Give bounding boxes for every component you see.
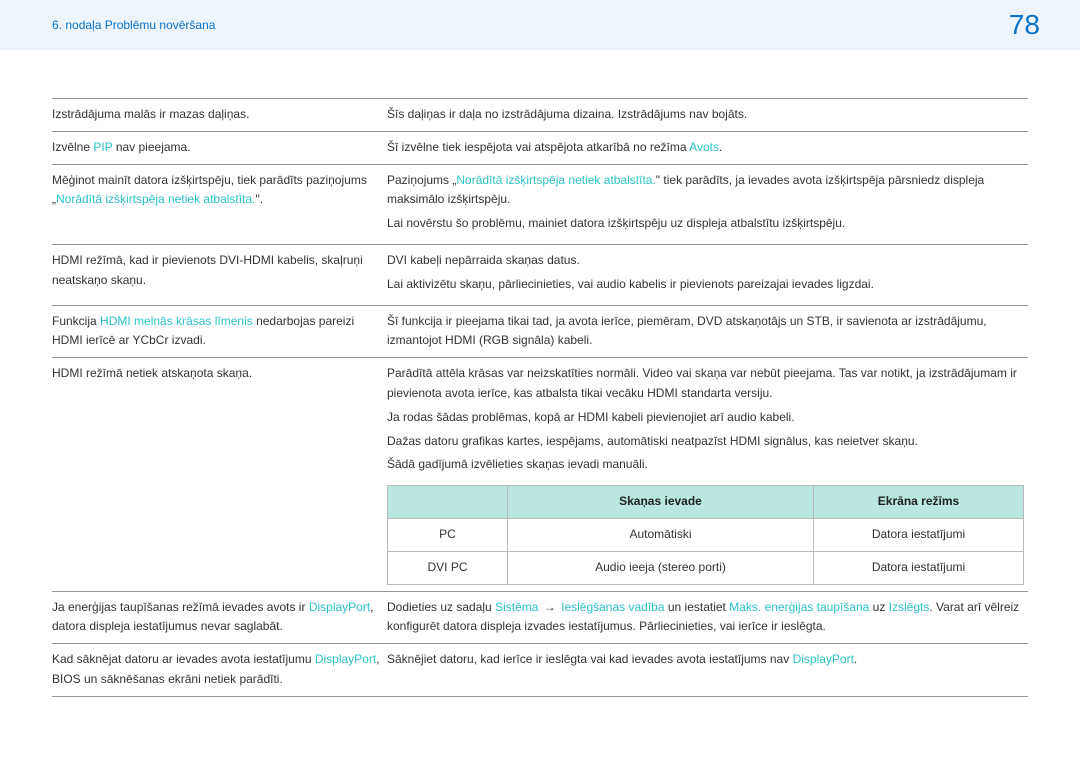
issue-cell: Izstrādājuma malās ir mazas daļiņas. — [52, 99, 387, 132]
solution-paragraph: Lai aktivizētu skaņu, pārliecinieties, v… — [387, 275, 1024, 295]
text-span: HDMI melnās krāsas līmenis — [100, 314, 253, 328]
text-span: HDMI režīmā, kad ir pievienots DVI-HDMI … — [52, 253, 363, 287]
solution-paragraph: Lai novērstu šo problēmu, mainiet datora… — [387, 214, 1024, 234]
text-span: Ja enerģijas taupīšanas režīmā ievades a… — [52, 600, 309, 614]
text-span: Avots — [689, 140, 719, 154]
inner-th-mode: Ekrāna režīms — [814, 486, 1024, 519]
table-row: Ja enerģijas taupīšanas režīmā ievades a… — [52, 591, 1028, 644]
solution-cell: Dodieties uz sadaļu Sistēma → Ieslēgšana… — [387, 591, 1028, 644]
text-span: Funkcija — [52, 314, 100, 328]
text-span: uz — [869, 600, 888, 614]
table-row: HDMI režīmā netiek atskaņota skaņa. Parād… — [52, 358, 1028, 591]
text-span: ". — [255, 192, 263, 206]
solution-paragraph: Dažas datoru grafikas kartes, iespējams,… — [387, 432, 1024, 452]
text-span: Izstrādājuma malās ir mazas daļiņas. — [52, 107, 249, 121]
solution-cell: Sāknējiet datoru, kad ierīce ir ieslēgta… — [387, 644, 1028, 697]
issue-cell: Funkcija HDMI melnās krāsas līmenis neda… — [52, 305, 387, 358]
text-span: Maks. enerģijas taupīšana — [729, 600, 869, 614]
solution-cell: Paziņojums „Norādītā izšķirtspēja netiek… — [387, 164, 1028, 244]
inner-th-sound: Skaņas ievade — [508, 486, 814, 519]
sound-mode-table: Skaņas ievadeEkrāna režīmsPCAutomātiskiD… — [387, 485, 1024, 584]
text-span: Norādītā izšķirtspēja netiek atbalstīta. — [456, 173, 655, 187]
issue-cell: HDMI režīmā, kad ir pievienots DVI-HDMI … — [52, 244, 387, 305]
page-content: Izstrādājuma malās ir mazas daļiņas. Šīs … — [0, 50, 1080, 697]
solution-paragraph: Šādā gadījumā izvēlieties skaņas ievadi … — [387, 455, 1024, 475]
table-row: HDMI režīmā, kad ir pievienots DVI-HDMI … — [52, 244, 1028, 305]
text-span: Sāknējiet datoru, kad ierīce ir ieslēgta… — [387, 652, 793, 666]
solution-paragraph: DVI kabeļi nepārraida skaņas datus. — [387, 251, 1024, 271]
text-span: . — [854, 652, 857, 666]
text-span: un iestatiet — [665, 600, 730, 614]
inner-th-blank — [388, 486, 508, 519]
issue-cell: HDMI režīmā netiek atskaņota skaņa. — [52, 358, 387, 591]
text-span: Šīs daļiņas ir daļa no izstrādājuma diza… — [387, 107, 747, 121]
solution-paragraph: Parādītā attēla krāsas var neizskatīties… — [387, 364, 1024, 404]
text-span: PIP — [93, 140, 112, 154]
text-span: DisplayPort — [793, 652, 854, 666]
solution-paragraph: Paziņojums „Norādītā izšķirtspēja netiek… — [387, 171, 1024, 211]
table-row: Kad sāknējat datoru ar ievades avota ies… — [52, 644, 1028, 697]
issue-cell: Kad sāknējat datoru ar ievades avota ies… — [52, 644, 387, 697]
issue-cell: Mēģinot mainīt datora izšķirtspēju, tiek… — [52, 164, 387, 244]
inner-row: DVI PCAudio ieeja (stereo porti)Datora i… — [388, 551, 1024, 584]
inner-mode: Datora iestatījumi — [814, 518, 1024, 551]
text-span: Izvēlne — [52, 140, 93, 154]
table-row: Izvēlne PIP nav pieejama.Šī izvēlne tiek… — [52, 131, 1028, 164]
text-span: Šī funkcija ir pieejama tikai tad, ja av… — [387, 314, 987, 348]
text-span: Šādā gadījumā izvēlieties skaņas ievadi … — [387, 457, 648, 471]
text-span: Lai aktivizētu skaņu, pārliecinieties, v… — [387, 277, 874, 291]
table-row: Funkcija HDMI melnās krāsas līmenis neda… — [52, 305, 1028, 358]
text-span: → — [538, 600, 561, 614]
solution-cell: DVI kabeļi nepārraida skaņas datus. Lai a… — [387, 244, 1028, 305]
text-span: DisplayPort — [309, 600, 370, 614]
text-span: DVI kabeļi nepārraida skaņas datus. — [387, 253, 580, 267]
text-span: Lai novērstu šo problēmu, mainiet datora… — [387, 216, 845, 230]
issue-cell: Izvēlne PIP nav pieejama. — [52, 131, 387, 164]
text-span: Norādītā izšķirtspēja netiek atbalstīta. — [56, 192, 255, 206]
solution-paragraph: Ja rodas šādas problēmas, kopā ar HDMI k… — [387, 408, 1024, 428]
text-span: HDMI režīmā netiek atskaņota skaņa. — [52, 366, 252, 380]
text-span: Kad sāknējat datoru ar ievades avota ies… — [52, 652, 315, 666]
text-span: Sistēma — [495, 600, 538, 614]
text-span: Parādītā attēla krāsas var neizskatīties… — [387, 366, 1017, 400]
inner-row: PCAutomātiskiDatora iestatījumi — [388, 518, 1024, 551]
solution-cell: Šīs daļiņas ir daļa no izstrādājuma diza… — [387, 99, 1028, 132]
inner-sound: Audio ieeja (stereo porti) — [508, 551, 814, 584]
page-number: 78 — [1009, 9, 1040, 41]
solution-cell: Parādītā attēla krāsas var neizskatīties… — [387, 358, 1028, 591]
text-span: nav pieejama. — [112, 140, 190, 154]
table-row: Mēģinot mainīt datora izšķirtspēju, tiek… — [52, 164, 1028, 244]
page-header: 6. nodaļa Problēmu novēršana 78 — [0, 0, 1080, 50]
text-span: Dodieties uz sadaļu — [387, 600, 495, 614]
text-span: Šī izvēlne tiek iespējota vai atspējota … — [387, 140, 689, 154]
table-row: Izstrādājuma malās ir mazas daļiņas. Šīs … — [52, 99, 1028, 132]
text-span: Ja rodas šādas problēmas, kopā ar HDMI k… — [387, 410, 795, 424]
inner-sound: Automātiski — [508, 518, 814, 551]
text-span: Izslēgts — [889, 600, 930, 614]
inner-label: DVI PC — [388, 551, 508, 584]
text-span: . — [719, 140, 722, 154]
inner-mode: Datora iestatījumi — [814, 551, 1024, 584]
solution-cell: Šī funkcija ir pieejama tikai tad, ja av… — [387, 305, 1028, 358]
text-span: DisplayPort — [315, 652, 376, 666]
text-span: Ieslēgšanas vadība — [561, 600, 664, 614]
solution-cell: Šī izvēlne tiek iespējota vai atspējota … — [387, 131, 1028, 164]
text-span: Dažas datoru grafikas kartes, iespējams,… — [387, 434, 918, 448]
troubleshooting-table: Izstrādājuma malās ir mazas daļiņas. Šīs … — [52, 98, 1028, 697]
text-span: Paziņojums „ — [387, 173, 456, 187]
issue-cell: Ja enerģijas taupīšanas režīmā ievades a… — [52, 591, 387, 644]
chapter-title: 6. nodaļa Problēmu novēršana — [52, 18, 215, 32]
inner-label: PC — [388, 518, 508, 551]
